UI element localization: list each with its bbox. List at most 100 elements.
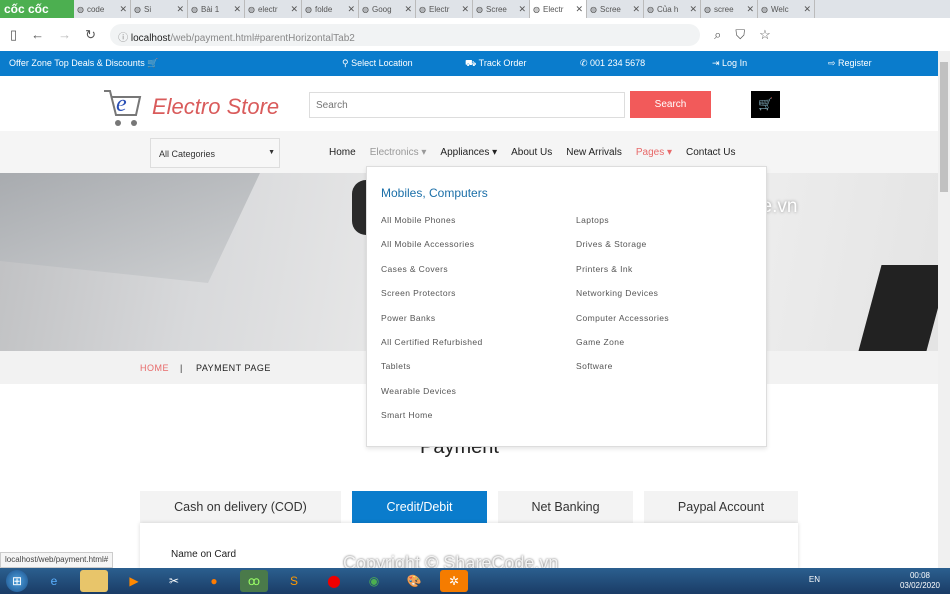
dropdown-item[interactable]: Drives & Storage [576, 239, 669, 263]
phone-link[interactable]: ✆ 001 234 5678 [580, 58, 645, 69]
browser-tab[interactable]: ◍ Welc ✕ [758, 0, 815, 18]
tab-title: folde [314, 4, 333, 14]
dropdown-item[interactable]: Power Banks [381, 313, 483, 337]
url-input[interactable]: ⓘ localhost/web/payment.html#parentHoriz… [110, 23, 701, 46]
offer-link[interactable]: Offer Zone Top Deals & Discounts 🛒 [9, 58, 158, 69]
close-tab-icon[interactable]: ✕ [803, 4, 811, 15]
breadcrumb-separator: | [180, 363, 183, 373]
logo-cart-icon[interactable]: e [102, 81, 142, 129]
search-button[interactable]: Search [630, 91, 711, 118]
category-select[interactable]: All Categories ▼ [150, 138, 280, 168]
browser-tab[interactable]: ◍ Bài 1 ✕ [188, 0, 245, 18]
tab-credit-debit[interactable]: Credit/Debit [352, 491, 487, 523]
forward-icon[interactable]: → [58, 27, 71, 42]
offer-text: Offer Zone Top Deals & Discounts [9, 58, 145, 68]
xampp-icon[interactable]: ✲ [440, 570, 468, 592]
back-icon[interactable]: ← [31, 27, 44, 42]
shield-icon[interactable]: ⛉ [735, 27, 745, 43]
close-tab-icon[interactable]: ✕ [404, 4, 412, 15]
close-tab-icon[interactable]: ✕ [347, 4, 355, 15]
snipping-tool-icon[interactable]: ✂ [160, 570, 188, 592]
tab-paypal[interactable]: Paypal Account [644, 491, 798, 523]
start-button-icon[interactable]: ⊞ [6, 570, 28, 592]
browser-tab[interactable]: ◍ Scree ✕ [473, 0, 530, 18]
ie-icon[interactable]: e [40, 570, 68, 592]
cart-button[interactable]: 🛒 [751, 91, 780, 118]
track-order-link[interactable]: ⛟ Track Order [465, 58, 526, 70]
close-tab-icon[interactable]: ✕ [632, 4, 640, 15]
dropdown-item[interactable]: All Mobile Phones [381, 215, 483, 239]
nav-appliances[interactable]: Appliances ▾ [440, 147, 497, 158]
scrollbar-thumb[interactable] [940, 62, 948, 192]
dropdown-item[interactable]: All Mobile Accessories [381, 239, 483, 263]
sidebar-toggle-icon[interactable]: ▯ [10, 27, 17, 43]
logo-text[interactable]: Electro Store [152, 94, 279, 120]
browser-tab[interactable]: ◍ code ✕ [74, 0, 131, 18]
close-tab-icon[interactable]: ✕ [119, 4, 127, 15]
firefox-icon[interactable]: ● [200, 570, 228, 592]
browser-tab[interactable]: ◍ Goog ✕ [359, 0, 416, 18]
nav-about[interactable]: About Us [511, 147, 552, 158]
dropdown-item[interactable]: Wearable Devices [381, 386, 483, 410]
system-clock[interactable]: 00:08 03/02/2020 [900, 571, 940, 591]
language-indicator[interactable]: EN [809, 575, 820, 584]
dropdown-item[interactable]: Screen Protectors [381, 288, 483, 312]
browser-tab[interactable]: ◍ Electr ✕ [530, 0, 587, 18]
dropdown-item[interactable]: Laptops [576, 215, 669, 239]
url-host: localhost [130, 32, 171, 44]
clock-time: 00:08 [909, 571, 930, 580]
zoom-icon[interactable]: ⌕ [714, 27, 721, 43]
browser-tab[interactable]: ◍ Si ✕ [131, 0, 188, 18]
browser-tab[interactable]: ◍ Scree ✕ [587, 0, 644, 18]
dropdown-item[interactable]: Cases & Covers [381, 264, 483, 288]
browser-tab[interactable]: ◍ Electr ✕ [416, 0, 473, 18]
login-link[interactable]: ⇥ Log In [712, 58, 747, 69]
browser-tab[interactable]: ◍ scree ✕ [701, 0, 758, 18]
tab-cod[interactable]: Cash on delivery (COD) [140, 491, 341, 523]
dropdown-item[interactable]: Game Zone [576, 337, 669, 361]
media-player-icon[interactable]: ▶ [120, 570, 148, 592]
nav-new-arrivals[interactable]: New Arrivals [566, 147, 622, 158]
close-tab-icon[interactable]: ✕ [290, 4, 298, 15]
dropdown-item[interactable]: All Certified Refurbished [381, 337, 483, 361]
main-nav: Home Electronics ▾ Appliances ▾ About Us… [329, 147, 735, 158]
breadcrumb-home[interactable]: HOME [140, 363, 169, 373]
dropdown-item[interactable]: Tablets [381, 361, 483, 385]
tab-favicon-icon: ◍ [761, 4, 768, 14]
nav-electronics[interactable]: Electronics ▾ [370, 147, 427, 158]
browser-tab[interactable]: ◍ folde ✕ [302, 0, 359, 18]
close-tab-icon[interactable]: ✕ [575, 4, 583, 15]
coccoc-icon[interactable]: ꝏ [240, 570, 268, 592]
explorer-icon[interactable] [80, 570, 108, 592]
tab-net-banking[interactable]: Net Banking [498, 491, 633, 523]
close-tab-icon[interactable]: ✕ [461, 4, 469, 15]
tab-favicon-icon: ◍ [590, 4, 597, 14]
dropdown-item[interactable]: Printers & Ink [576, 264, 669, 288]
register-link[interactable]: ⇨ Register [828, 58, 872, 69]
sublime-icon[interactable]: S [280, 570, 308, 592]
chrome-icon[interactable]: ◉ [360, 570, 388, 592]
browser-tab[interactable]: ◍ Của h ✕ [644, 0, 701, 18]
login-label: Log In [722, 58, 748, 68]
dropdown-item[interactable]: Smart Home [381, 410, 483, 434]
phone-label: 001 234 5678 [590, 58, 646, 68]
dropdown-item[interactable]: Software [576, 361, 669, 385]
address-bar-row: ▯ ← → ↻ ⓘ localhost/web/payment.html#par… [0, 18, 950, 51]
dropdown-item[interactable]: Computer Accessories [576, 313, 669, 337]
close-tab-icon[interactable]: ✕ [233, 4, 241, 15]
bookmark-star-icon[interactable]: ☆ [759, 27, 771, 43]
recorder-icon[interactable]: ⬤ [320, 570, 348, 592]
nav-contact[interactable]: Contact Us [686, 147, 735, 158]
select-location-link[interactable]: ⚲ Select Location [342, 58, 413, 69]
nav-home[interactable]: Home [329, 147, 356, 158]
dropdown-item[interactable]: Networking Devices [576, 288, 669, 312]
search-input[interactable] [309, 92, 625, 118]
close-tab-icon[interactable]: ✕ [689, 4, 697, 15]
close-tab-icon[interactable]: ✕ [518, 4, 526, 15]
close-tab-icon[interactable]: ✕ [746, 4, 754, 15]
nav-pages[interactable]: Pages ▾ [636, 147, 672, 158]
paint-icon[interactable]: 🎨 [400, 570, 428, 592]
close-tab-icon[interactable]: ✕ [176, 4, 184, 15]
browser-tab[interactable]: ◍ electr ✕ [245, 0, 302, 18]
reload-icon[interactable]: ↻ [85, 27, 96, 43]
